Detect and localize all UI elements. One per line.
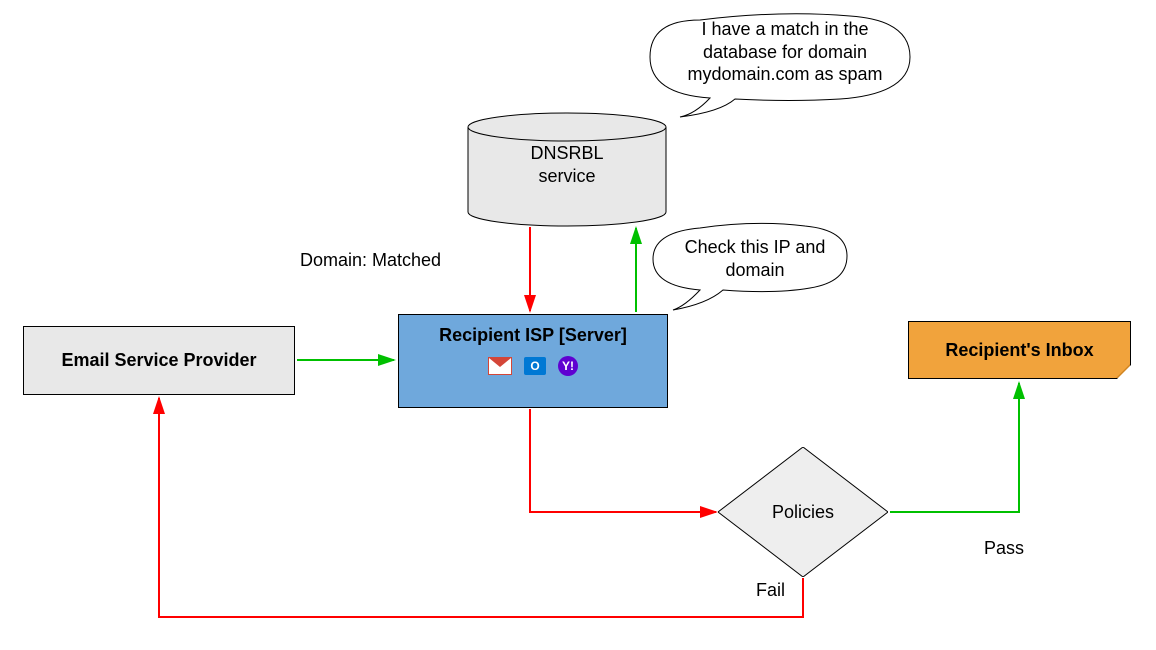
fail-label: Fail [756,580,785,601]
policies-label: Policies [772,502,834,523]
speech-check-text: Check this IP and domain [680,236,830,281]
arrow-fail-to-esp [159,398,803,617]
domain-matched-label: Domain: Matched [300,250,441,271]
dnsrbl-label-2: service [538,166,595,186]
arrow-policies-to-inbox [890,383,1019,512]
esp-label: Email Service Provider [61,350,256,371]
arrow-isp-to-policies [530,409,716,512]
dnsrbl-cylinder: DNSRBL service [467,112,667,227]
yahoo-icon: Y! [558,356,578,376]
recipient-isp-box: Recipient ISP [Server] O Y! [398,314,668,408]
policies-diamond: Policies [718,447,888,577]
outlook-icon: O [524,357,546,375]
speech-match-text: I have a match in the database for domai… [670,18,900,86]
pass-label: Pass [984,538,1024,559]
gmail-icon [488,357,512,375]
recipient-inbox-box: Recipient's Inbox [908,321,1131,379]
isp-icons: O Y! [488,356,578,376]
dnsrbl-label-1: DNSRBL [530,143,603,163]
email-service-provider-box: Email Service Provider [23,326,295,395]
inbox-label: Recipient's Inbox [945,340,1093,361]
isp-label: Recipient ISP [Server] [439,325,627,346]
